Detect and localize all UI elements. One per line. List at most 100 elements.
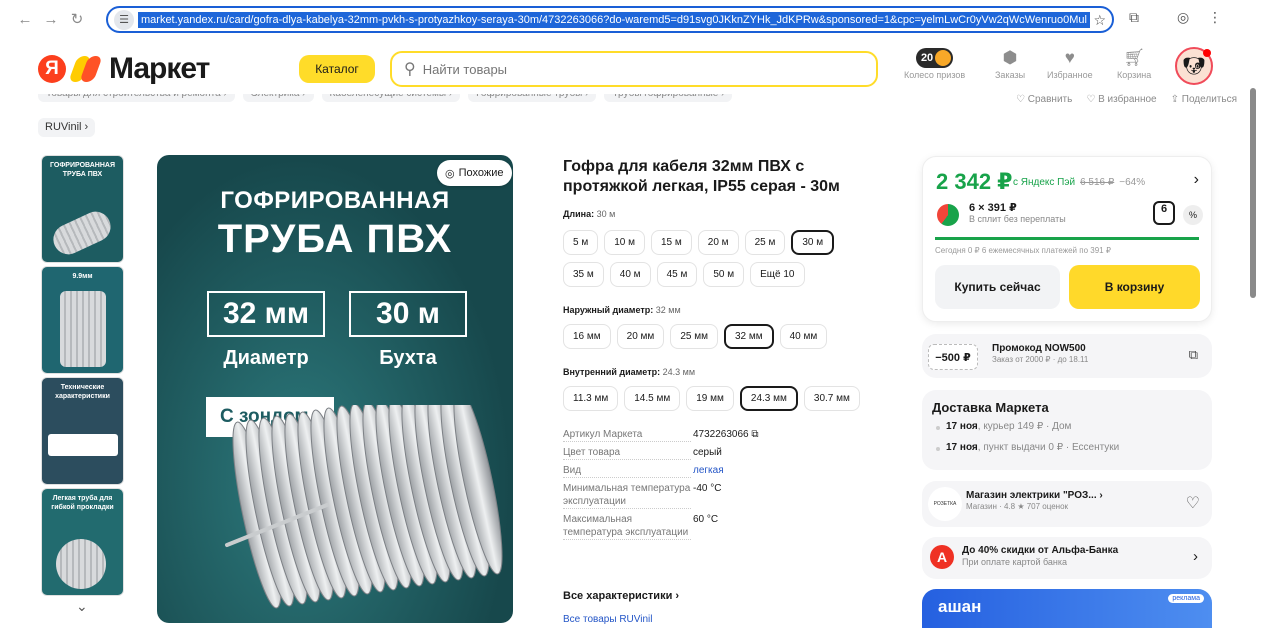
breadcrumb-item[interactable]: Электрика › <box>242 94 314 102</box>
product-main-image[interactable]: ГОФРИРОВАННАЯ ТРУБА ПВХ 32 мм 30 м Диаме… <box>157 155 513 623</box>
orders-button[interactable]: ⬢ Заказы <box>995 46 1025 80</box>
option-chip[interactable]: 11.3 мм <box>563 386 619 411</box>
option-chip[interactable]: 20 м <box>697 230 739 255</box>
option-chip[interactable]: 19 мм <box>686 386 734 411</box>
all-characteristics-link[interactable]: Все характеристики › <box>563 590 679 602</box>
similar-label: Похожие <box>458 167 504 179</box>
gallery-thumbnail[interactable]: ГОФРИРОВАННАЯ ТРУБА ПВХ <box>41 155 124 263</box>
share-button[interactable]: ⇪ Поделиться <box>1171 94 1237 106</box>
all-brand-goods-link[interactable]: Все товары RUVinil <box>563 614 653 625</box>
spec-row: Вид легкая <box>563 464 893 478</box>
add-to-cart-button[interactable]: В корзину <box>1069 265 1200 309</box>
option-chip[interactable]: 16 мм <box>563 324 611 349</box>
chevron-down-icon[interactable]: ⌄ <box>76 598 88 615</box>
camera-icon: ◎ <box>445 167 455 180</box>
option-chip[interactable]: 25 мм <box>670 324 718 349</box>
page-scrollbar[interactable] <box>1246 38 1263 628</box>
spec-key: Цвет товара <box>563 446 691 460</box>
heart-icon[interactable]: ♡ <box>1186 493 1200 513</box>
bank-offer-title: До 40% скидки от Альфа-Банка <box>962 545 1119 556</box>
outer-current-value: 32 мм <box>655 305 681 315</box>
option-chip[interactable]: Ещё 10 <box>750 262 805 287</box>
option-chip[interactable]: 30 м <box>791 230 835 255</box>
menu-kebab-icon[interactable]: ⋮ <box>1208 9 1222 26</box>
search-box[interactable]: ⚲ <box>390 51 878 87</box>
shop-name[interactable]: Магазин электрики "РОЗ... › <box>966 490 1103 501</box>
ad-banner[interactable]: ашан реклама <box>922 589 1212 628</box>
option-chip[interactable]: 10 м <box>604 230 645 255</box>
length-option-label: Длина: 30 м <box>563 209 615 219</box>
discount-badge: −64% <box>1119 177 1146 188</box>
option-chip[interactable]: 40 м <box>609 262 651 287</box>
url-text: market.yandex.ru/card/gofra-dlya-kabelya… <box>138 11 1090 28</box>
extensions-icon[interactable]: ⧉ <box>1129 9 1139 26</box>
address-bar[interactable]: ☰ market.yandex.ru/card/gofra-dlya-kabel… <box>106 6 1114 33</box>
split-schedule: Сегодня 0 ₽ 6 ежемесячных платежей по 39… <box>935 246 1111 255</box>
compare-button[interactable]: ♡ Сравнить <box>1016 94 1072 106</box>
spec-key: Вид <box>563 464 691 478</box>
option-chip[interactable]: 35 м <box>563 262 604 287</box>
option-chip[interactable]: 5 м <box>563 230 599 255</box>
split-progress <box>935 237 1199 240</box>
cart-button[interactable]: 🛒︎ Корзина <box>1117 46 1151 80</box>
forward-arrow-icon[interactable]: → <box>40 8 62 30</box>
option-chip[interactable]: 40 мм <box>779 324 828 349</box>
reload-icon[interactable]: ↻ <box>66 8 88 30</box>
promo-subtitle: Заказ от 2000 ₽ · до 18.11 <box>992 355 1089 364</box>
profile-icon[interactable]: ◎ <box>1177 9 1189 26</box>
similar-products-button[interactable]: ◎ Похожие <box>437 160 512 186</box>
bank-offer-card[interactable]: A До 40% скидки от Альфа-Банка При оплат… <box>922 537 1212 579</box>
browser-toolbar: ← → ↻ ☰ market.yandex.ru/card/gofra-dlya… <box>0 0 1263 38</box>
image-length-box: 30 м <box>349 291 467 337</box>
catalog-button[interactable]: Каталог <box>299 55 375 83</box>
spec-key: Минимальная температура эксплуатации <box>563 483 691 509</box>
inner-diameter-label: Внутренний диаметр: 24.3 мм <box>563 367 695 377</box>
specs-list: Артикул Маркета 4732263066 ⧉ Цвет товара с… <box>563 428 893 544</box>
gallery-thumbnail[interactable]: Технические характеристики <box>41 377 124 485</box>
chevron-right-icon[interactable]: › <box>1194 171 1199 189</box>
delivery-card: Доставка Маркета 17 ноя, курьер 149 ₽ · … <box>922 390 1212 470</box>
breadcrumb-item[interactable]: Гофрированные трубы › <box>468 94 597 102</box>
option-chip[interactable]: 50 м <box>703 262 745 287</box>
gallery-thumbnail[interactable]: 9.9мм <box>41 266 124 374</box>
search-input[interactable] <box>422 61 823 77</box>
avatar[interactable]: 🐶︎ <box>1175 47 1213 85</box>
breadcrumb-item[interactable]: Трубы гофрированные › <box>604 94 733 102</box>
option-chip[interactable]: 25 м <box>744 230 786 255</box>
bookmark-star-icon[interactable]: ☆ <box>1093 12 1106 29</box>
orders-icon: ⬢ <box>1002 48 1018 67</box>
spec-value: 60 °C <box>693 514 719 525</box>
heart-icon: ♥ <box>1064 48 1075 67</box>
shop-logo: РОЗЕТКА <box>928 487 962 521</box>
buy-now-button[interactable]: Купить сейчас <box>935 265 1060 309</box>
option-chip[interactable]: 32 мм <box>723 324 774 349</box>
shop-card[interactable]: РОЗЕТКА Магазин электрики "РОЗ... › Мага… <box>922 481 1212 527</box>
option-chip[interactable]: 45 м <box>656 262 698 287</box>
old-price: 6 516 ₽ <box>1080 177 1115 188</box>
option-chip[interactable]: 30.7 мм <box>803 386 860 411</box>
percent-icon[interactable]: % <box>1183 205 1203 225</box>
option-chip[interactable]: 14.5 мм <box>624 386 681 411</box>
copy-icon[interactable]: ⧉ <box>1189 347 1198 363</box>
price-details: с Яндекс Пэй 6 516 ₽ −64% <box>1013 177 1145 188</box>
spec-value-link[interactable]: легкая <box>691 464 724 478</box>
price-card: 2 342 ₽ с Яндекс Пэй 6 516 ₽ −64% › 6 × … <box>922 156 1212 322</box>
breadcrumb-item[interactable]: Товары для строительства и ремонта › <box>38 94 235 102</box>
breadcrumb-item[interactable]: Кабеленесущие системы › <box>321 94 461 102</box>
favorites-button[interactable]: ♥ Избранное <box>1047 46 1093 80</box>
yandex-market-logo[interactable]: Я Маркет <box>38 52 210 86</box>
split-count-selector[interactable]: 6 <box>1153 201 1175 225</box>
copy-icon[interactable]: ⧉ <box>751 429 758 440</box>
option-chip[interactable]: 20 мм <box>616 324 665 349</box>
breadcrumb-brand[interactable]: RUVinil › <box>38 118 96 137</box>
scrollbar-thumb[interactable] <box>1250 88 1256 298</box>
prize-wheel-button[interactable]: 20 Колесо призов <box>904 46 965 80</box>
promo-card[interactable]: −500 ₽ Промокод NOW500 Заказ от 2000 ₽ ·… <box>922 334 1212 378</box>
option-chip[interactable]: 15 м <box>651 230 692 255</box>
site-info-icon[interactable]: ☰ <box>114 9 134 30</box>
length-label-text: Длина: <box>563 209 595 219</box>
back-arrow-icon[interactable]: ← <box>14 8 36 30</box>
gallery-thumbnail[interactable]: Легкая труба для гибкой прокладки <box>41 488 124 596</box>
add-favorite-button[interactable]: ♡ В избранное <box>1086 94 1156 106</box>
option-chip[interactable]: 24.3 мм <box>739 386 798 411</box>
